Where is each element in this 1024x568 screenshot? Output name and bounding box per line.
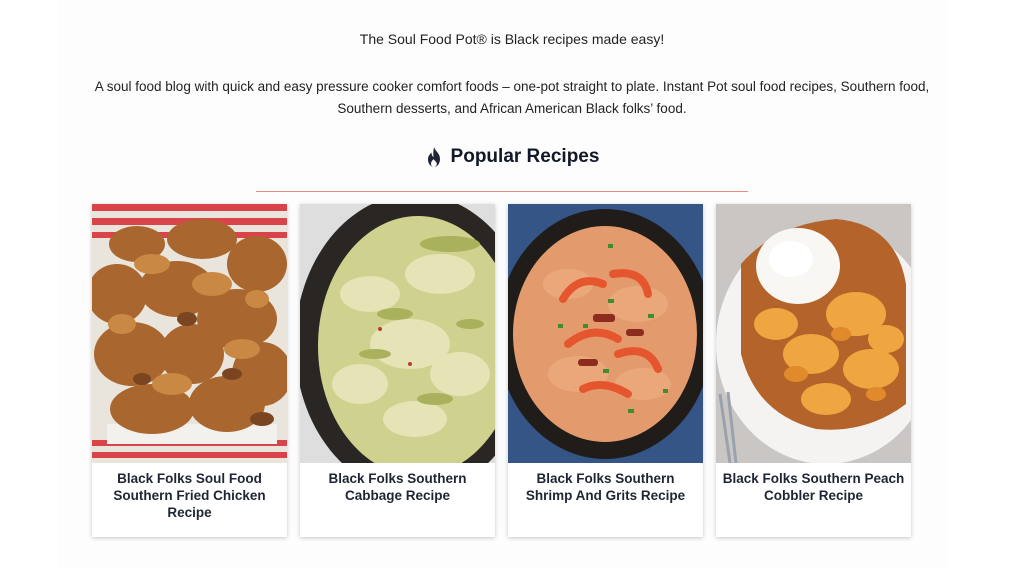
site-tagline: The Soul Food Pot® is Black recipes made…: [359, 31, 665, 47]
popular-recipes-heading: Popular Recipes: [0, 146, 1024, 168]
peach-cobbler-photo[interactable]: [716, 204, 911, 463]
recipe-grid: Black Folks Soul Food Southern Fried Chi…: [92, 204, 911, 537]
cabbage-photo[interactable]: [300, 204, 495, 463]
recipe-title[interactable]: Black Folks Southern Shrimp And Grits Re…: [508, 463, 703, 504]
recipe-card-peach-cobbler[interactable]: Black Folks Southern Peach Cobbler Recip…: [716, 204, 911, 537]
section-divider: [256, 191, 748, 192]
recipe-card-cabbage[interactable]: Black Folks Southern Cabbage Recipe: [300, 204, 495, 537]
recipe-card-fried-chicken[interactable]: Black Folks Soul Food Southern Fried Chi…: [92, 204, 287, 537]
recipe-title[interactable]: Black Folks Southern Peach Cobbler Recip…: [716, 463, 911, 504]
recipe-title[interactable]: Black Folks Southern Cabbage Recipe: [300, 463, 495, 504]
recipe-card-shrimp-and-grits[interactable]: Black Folks Southern Shrimp And Grits Re…: [508, 204, 703, 537]
section-title: Popular Recipes: [450, 146, 600, 167]
shrimp-and-grits-photo[interactable]: [508, 204, 703, 463]
recipe-title[interactable]: Black Folks Soul Food Southern Fried Chi…: [92, 463, 287, 521]
site-intro: A soul food blog with quick and easy pre…: [94, 78, 930, 116]
fried-chicken-photo[interactable]: [92, 204, 287, 463]
fire-icon: [427, 147, 440, 167]
